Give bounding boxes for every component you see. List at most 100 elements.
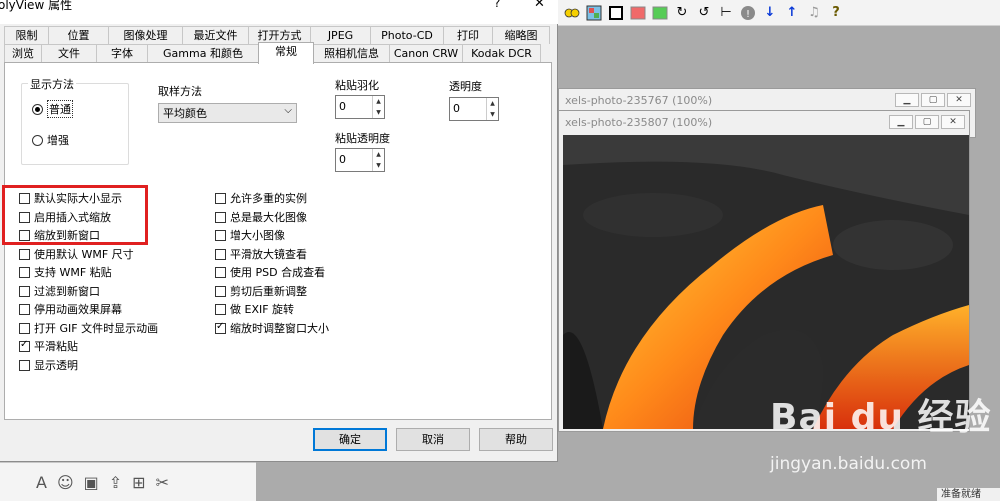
tab-gamma-color[interactable]: Gamma 和颜色 xyxy=(147,44,259,62)
emoji-icon[interactable]: ☺ xyxy=(57,473,74,492)
minimize-icon[interactable]: ▁ xyxy=(889,115,913,129)
option-default-actual-size[interactable]: 默认实际大小显示 xyxy=(19,190,122,206)
image-icon[interactable]: ▣ xyxy=(84,473,99,492)
close-icon[interactable]: ✕ xyxy=(534,0,545,11)
tab-camera-info[interactable]: 照相机信息 xyxy=(313,44,390,62)
tab-canon-crw[interactable]: Canon CRW xyxy=(389,44,463,62)
option-resize-after-cut[interactable]: 剪切后重新调整 xyxy=(215,283,307,299)
tab-limits[interactable]: 限制 xyxy=(4,26,49,44)
checkbox[interactable] xyxy=(19,285,30,297)
palette-icon[interactable] xyxy=(586,5,602,21)
tab-thumbnails[interactable]: 缩略图 xyxy=(492,26,550,44)
option-psd-composite[interactable]: 使用 PSD 合成查看 xyxy=(215,264,325,280)
tab-jpeg[interactable]: JPEG xyxy=(310,26,371,44)
option-exif-rotate[interactable]: 做 EXIF 旋转 xyxy=(215,301,294,317)
radio-enhanced[interactable]: 增强 xyxy=(32,132,69,148)
music-note-icon[interactable]: ♫ xyxy=(806,5,822,21)
option-wmf-paste[interactable]: 支持 WMF 粘贴 xyxy=(19,264,112,280)
option-smooth-magnifier[interactable]: 平滑放大镜查看 xyxy=(215,246,307,262)
checkbox[interactable] xyxy=(19,359,30,371)
option-multiple-instances[interactable]: 允许多重的实例 xyxy=(215,190,307,206)
close-icon[interactable]: ✕ xyxy=(941,115,965,129)
image-window-1-titlebar[interactable]: xels-photo-235767 (100%) ▁ ▢ ✕ xyxy=(559,89,975,111)
option-disable-animation[interactable]: 停用动画效果屏幕 xyxy=(19,301,122,317)
checkbox[interactable] xyxy=(215,321,226,334)
green-square-icon[interactable] xyxy=(652,5,668,21)
maximize-icon[interactable]: ▢ xyxy=(921,93,945,107)
maximize-icon[interactable]: ▢ xyxy=(915,115,939,129)
option-zoom-new-window[interactable]: 缩放到新窗口 xyxy=(19,227,100,243)
ok-button[interactable]: 确定 xyxy=(313,428,387,451)
checkbox[interactable] xyxy=(215,248,226,260)
option-gif-animation[interactable]: 打开 GIF 文件时显示动画 xyxy=(19,320,158,336)
checkbox[interactable] xyxy=(19,339,30,352)
tab-kodak-dcr[interactable]: Kodak DCR xyxy=(462,44,541,62)
question-icon[interactable]: ? xyxy=(828,5,844,21)
image-window-2-titlebar[interactable]: xels-photo-235807 (100%) ▁ ▢ ✕ xyxy=(559,111,969,133)
transparency-spinner[interactable]: 0 ▲ ▼ xyxy=(449,97,499,121)
checkbox[interactable] xyxy=(215,266,226,278)
checkbox[interactable] xyxy=(215,229,226,241)
tab-print[interactable]: 打印 xyxy=(443,26,493,44)
dialog-titlebar[interactable]: olyView 属性 ? ✕ xyxy=(0,0,558,24)
option-filter-new-window[interactable]: 过滤到新窗口 xyxy=(19,283,100,299)
spin-up-icon[interactable]: ▲ xyxy=(373,149,384,160)
gift-icon[interactable]: ⊞ xyxy=(132,473,145,492)
spin-down-icon[interactable]: ▼ xyxy=(373,160,384,171)
spin-down-icon[interactable]: ▼ xyxy=(487,109,498,120)
red-square-icon[interactable] xyxy=(630,5,646,21)
crop-icon[interactable]: ⊢ xyxy=(718,5,734,21)
checkbox[interactable] xyxy=(215,192,226,204)
radio-normal-dot[interactable] xyxy=(32,103,43,115)
text-format-icon[interactable]: A xyxy=(36,473,47,492)
checkbox[interactable] xyxy=(19,248,30,260)
image-window-2[interactable]: xels-photo-235807 (100%) ▁ ▢ ✕ xyxy=(558,110,970,432)
checkbox[interactable] xyxy=(19,266,30,278)
cancel-button[interactable]: 取消 xyxy=(396,428,470,451)
sampling-select[interactable]: 平均颜色 ⌵ xyxy=(158,103,297,123)
tab-recent-files[interactable]: 最近文件 xyxy=(182,26,249,44)
paste-transparency-spinner[interactable]: 0 ▲ ▼ xyxy=(335,148,385,172)
arrow-up-icon[interactable]: ↑ xyxy=(784,5,800,21)
checkbox[interactable] xyxy=(19,192,30,204)
checkbox[interactable] xyxy=(215,303,226,315)
spin-up-icon[interactable]: ▲ xyxy=(487,98,498,109)
option-show-transparent[interactable]: 显示透明 xyxy=(19,357,78,373)
tab-photo-cd[interactable]: Photo-CD xyxy=(370,26,444,44)
checkbox[interactable] xyxy=(19,303,30,315)
spin-up-icon[interactable]: ▲ xyxy=(373,96,384,107)
checkbox[interactable] xyxy=(19,322,30,334)
checkbox[interactable] xyxy=(215,211,226,223)
tab-file[interactable]: 文件 xyxy=(41,44,97,62)
checkbox[interactable] xyxy=(19,229,30,241)
paste-feather-spinner[interactable]: 0 ▲ ▼ xyxy=(335,95,385,119)
tab-font[interactable]: 字体 xyxy=(96,44,148,62)
option-resize-window-on-zoom[interactable]: 缩放时调整窗口大小 xyxy=(215,320,329,336)
option-default-wmf-size[interactable]: 使用默认 WMF 尺寸 xyxy=(19,246,134,262)
arrow-down-icon[interactable]: ↓ xyxy=(762,5,778,21)
option-enlarge-small[interactable]: 增大小图像 xyxy=(215,227,285,243)
checkbox[interactable] xyxy=(19,211,30,223)
radio-enhanced-dot[interactable] xyxy=(32,134,43,146)
help-icon[interactable]: ? xyxy=(494,0,500,10)
tab-browse[interactable]: 浏览 xyxy=(4,44,42,62)
info-icon[interactable]: ! xyxy=(740,5,756,21)
circles-icon[interactable] xyxy=(564,5,580,21)
help-button[interactable]: 帮助 xyxy=(479,428,553,451)
upload-icon[interactable]: ⇪ xyxy=(109,473,122,492)
option-smooth-paste[interactable]: 平滑粘贴 xyxy=(19,338,78,354)
checkbox[interactable] xyxy=(215,285,226,297)
rotate-right-icon[interactable]: ↻ xyxy=(674,5,690,21)
spin-down-icon[interactable]: ▼ xyxy=(373,107,384,118)
minimize-icon[interactable]: ▁ xyxy=(895,93,919,107)
square-outline-icon[interactable] xyxy=(608,5,624,21)
tab-image-processing[interactable]: 图像处理 xyxy=(108,26,183,44)
rotate-left-icon[interactable]: ↺ xyxy=(696,5,712,21)
close-icon[interactable]: ✕ xyxy=(947,93,971,107)
tab-position[interactable]: 位置 xyxy=(48,26,109,44)
radio-normal[interactable]: 普通 xyxy=(32,100,73,118)
option-always-maximize[interactable]: 总是最大化图像 xyxy=(215,209,307,225)
option-inline-zoom[interactable]: 启用插入式缩放 xyxy=(19,209,111,225)
scissors-icon[interactable]: ✂ xyxy=(156,473,169,492)
tab-general[interactable]: 常规 xyxy=(258,42,314,64)
